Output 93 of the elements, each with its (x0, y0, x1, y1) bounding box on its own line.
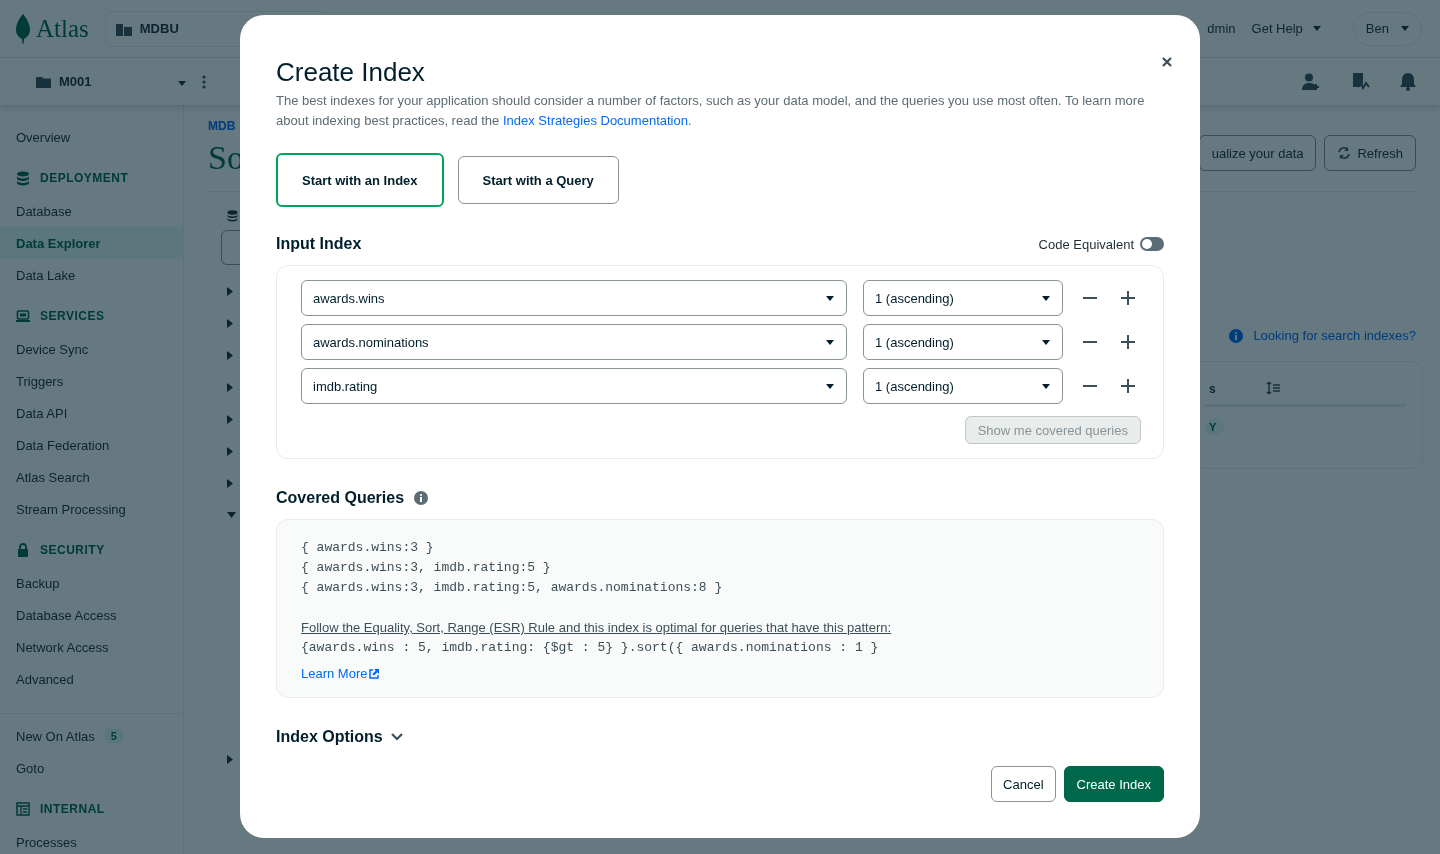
sidebar-item[interactable]: Processes (0, 826, 183, 854)
sidebar-item[interactable]: Database Access (0, 599, 183, 631)
sidebar-item[interactable]: Data Lake (0, 259, 183, 291)
sidebar-item[interactable]: New On Atlas 5 (0, 720, 183, 752)
sidebar-item[interactable]: Database (0, 195, 183, 227)
refresh-icon (1337, 147, 1352, 159)
sidebar-item[interactable]: Data Explorer (0, 227, 183, 259)
field-select[interactable]: imdb.rating (301, 368, 847, 404)
close-icon[interactable] (1160, 55, 1174, 69)
expand-arrow-icon[interactable] (227, 350, 233, 360)
sidebar-item[interactable]: Backup (0, 567, 183, 599)
expand-arrow-icon[interactable] (227, 286, 233, 296)
activity-icon[interactable] (1350, 72, 1370, 91)
expand-arrow-icon[interactable] (227, 446, 233, 456)
expand-arrow-icon[interactable] (227, 414, 233, 424)
field-select[interactable]: awards.wins (301, 280, 847, 316)
sidebar-item[interactable]: Triggers (0, 365, 183, 397)
caret-icon (1042, 383, 1050, 389)
visualize-button[interactable]: ualize your data (1198, 135, 1317, 171)
direction-select[interactable]: 1 (ascending) (863, 324, 1063, 360)
expand-arrow-icon[interactable] (227, 318, 233, 328)
caret-icon (826, 295, 834, 301)
direction-select[interactable]: 1 (ascending) (863, 368, 1063, 404)
external-link-icon (369, 668, 380, 679)
toggle-label: Code Equivalent (1038, 236, 1134, 252)
count-badge: 5 (104, 729, 123, 743)
query-line: { awards.wins:3, imdb.rating:5 } (301, 559, 552, 577)
sidebar-item[interactable]: Atlas Search (0, 461, 183, 493)
index-options-toggle[interactable]: Index Options (276, 728, 403, 746)
search-indexes-link[interactable]: Looking for search indexes? (1229, 328, 1416, 343)
add-user-icon[interactable] (1302, 72, 1320, 91)
sidebar-item[interactable]: Network Access (0, 631, 183, 663)
dialog-description: The best indexes for your application should consider a number of factors, such as your data model, and the queries you use most often. To learn more about indexing best practices, read the Index Strategies Documentation. (276, 92, 1146, 130)
nav-link[interactable]: dmin (1207, 21, 1236, 36)
section-heading: SECURITY (40, 543, 105, 557)
section-heading: DEPLOYMENT (40, 171, 129, 185)
project-selector[interactable]: M001 (36, 74, 186, 89)
chevron-icon (390, 733, 403, 741)
database-icon (227, 210, 238, 222)
documentation-link[interactable]: Index Strategies Documentation (502, 113, 688, 128)
sidebar-item[interactable]: Goto (0, 752, 183, 784)
status-badge: Y (1205, 419, 1225, 435)
help-menu[interactable]: Get Help (1251, 21, 1321, 36)
caret-icon (826, 383, 834, 389)
collapse-arrow-icon[interactable] (227, 512, 236, 518)
database-icon (16, 170, 30, 186)
folder-icon (36, 75, 51, 88)
caret-icon (1401, 26, 1409, 31)
query-pattern: {awards.wins : 5, imdb.rating: {$gt : 5} }.sort({ awards.nominations : 1 } (301, 639, 880, 657)
bell-icon[interactable] (1400, 72, 1416, 91)
sidebar-item[interactable]: Stream Processing (0, 493, 183, 525)
dashboard-icon (16, 801, 30, 817)
atlas-logo-text[interactable]: Atlas (36, 14, 89, 43)
caret-icon (1312, 26, 1321, 31)
caret-icon (1042, 339, 1050, 345)
breadcrumb[interactable]: MDB (208, 119, 244, 133)
leaf-icon (16, 13, 30, 44)
sidebar-item[interactable]: Device Sync (0, 333, 183, 365)
more-icon[interactable] (202, 74, 206, 89)
sidebar-item[interactable]: Data Federation (0, 429, 183, 461)
section-heading: SERVICES (40, 309, 105, 323)
mode-tab[interactable]: Start with an Index (276, 153, 444, 207)
dialog-title: Create Index (276, 56, 426, 89)
info-icon (1229, 328, 1244, 343)
sidebar-item[interactable]: Overview (0, 121, 183, 153)
lock-icon (16, 542, 30, 558)
column-header[interactable]: s (1209, 382, 1216, 396)
expand-arrow-icon[interactable] (227, 755, 233, 764)
direction-select[interactable]: 1 (ascending) (863, 280, 1063, 316)
expand-arrow-icon[interactable] (227, 478, 233, 488)
section-title: Covered Queries (276, 489, 405, 507)
section-heading: INTERNAL (40, 802, 105, 816)
learn-more-link[interactable]: Learn More (301, 666, 380, 681)
field-select[interactable]: awards.nominations (301, 324, 847, 360)
building-icon (115, 21, 132, 36)
refresh-button[interactable]: Refresh (1324, 135, 1416, 171)
caret-icon (1042, 295, 1050, 301)
caret-icon (178, 81, 186, 86)
sidebar-item[interactable]: Advanced (0, 663, 183, 695)
code-equivalent-toggle[interactable] (1140, 237, 1164, 251)
mode-tab[interactable]: Start with a Query (457, 156, 619, 204)
cancel-button[interactable]: Cancel (991, 766, 1056, 802)
info-icon[interactable] (414, 491, 429, 505)
query-line: { awards.wins:3 } (301, 539, 435, 557)
query-line: { awards.wins:3, imdb.rating:5, awards.nominations:8 } (301, 579, 724, 597)
esr-rule-text: Follow the Equality, Sort, Range (ESR) Rule and this index is optimal for queries that have this pattern: (301, 619, 893, 637)
caret-icon (826, 339, 834, 345)
sort-icon[interactable] (1265, 382, 1280, 394)
create-index-button[interactable]: Create Index (1063, 766, 1164, 802)
expand-arrow-icon[interactable] (227, 382, 233, 392)
section-title: Input Index (276, 235, 362, 253)
laptop-icon (16, 308, 30, 324)
sidebar-item[interactable]: Data API (0, 397, 183, 429)
